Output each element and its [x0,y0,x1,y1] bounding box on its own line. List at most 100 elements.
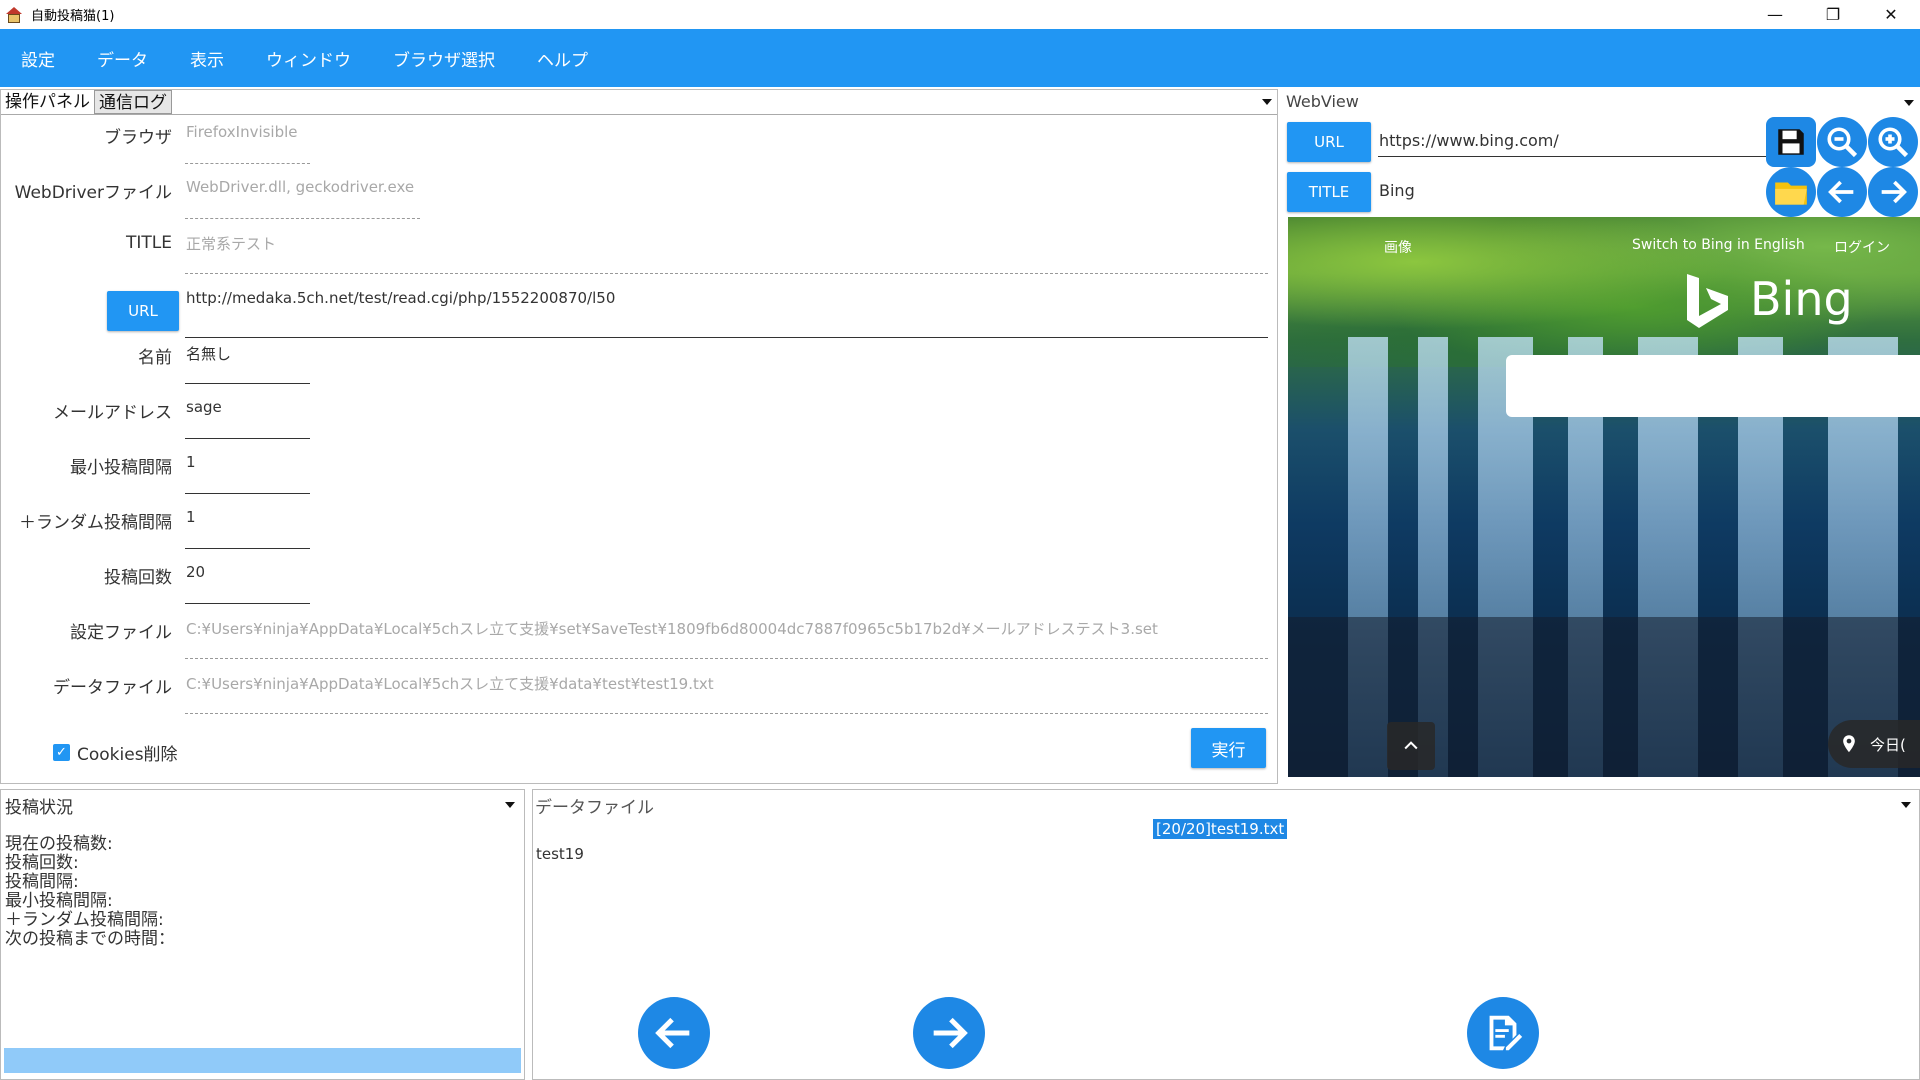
data-edit-icon[interactable] [1467,997,1539,1069]
close-button[interactable]: ✕ [1862,0,1920,29]
status-post-count: 投稿回数: [5,853,79,873]
webview-title-value: Bing [1379,181,1415,200]
title-label: TITLE [126,233,172,253]
min-interval-row: 最小投稿間隔 1 [1,445,1277,500]
settings-file-label: 設定ファイル [70,623,172,643]
data-file-value: C:¥Users¥ninja¥AppData¥Local¥5chスレ立て支援¥d… [186,675,714,693]
status-dropdown-icon[interactable] [505,802,515,808]
random-interval-underline [185,548,310,549]
minimize-button[interactable]: — [1746,0,1804,29]
webview-url-button[interactable]: URL [1287,122,1371,162]
bing-today-label: 今日( [1870,735,1906,754]
bing-scroll-up-icon[interactable] [1387,722,1435,770]
browser-underline [185,163,310,164]
menu-data[interactable]: データ [97,46,148,71]
menu-help[interactable]: ヘルプ [537,46,588,71]
status-random-interval: ＋ランダム投稿間隔: [5,910,164,930]
menu-window[interactable]: ウィンドウ [266,46,351,71]
save-icon[interactable] [1766,117,1816,167]
name-input[interactable]: 名無し [186,343,231,364]
random-interval-label: ＋ランダム投稿間隔 [19,513,172,533]
random-interval-row: ＋ランダム投稿間隔 1 [1,500,1277,555]
browser-row: ブラウザ FirefoxInvisible [1,115,1277,170]
name-label: 名前 [138,348,172,368]
status-list: 現在の投稿数: 投稿回数: 投稿間隔: 最小投稿間隔: ＋ランダム投稿間隔: 次… [5,835,175,949]
post-count-label: 投稿回数 [104,568,172,588]
random-interval-input[interactable]: 1 [186,508,196,526]
cookies-label: Cookies削除 [77,745,178,765]
bing-login-link[interactable]: ログイン [1834,237,1890,257]
name-underline [185,383,310,384]
title-row: TITLE 正常系テスト [1,225,1277,280]
zoom-in-icon[interactable] [1868,117,1918,167]
settings-file-underline [185,658,1268,659]
webview-page[interactable]: 画像 Switch to Bing in English ログイン Bing 今… [1288,217,1920,777]
bing-logo-icon [1685,272,1729,332]
status-min-interval: 最小投稿間隔: [5,891,113,911]
browser-label: ブラウザ [104,128,172,148]
url-input[interactable]: http://medaka.5ch.net/test/read.cgi/php/… [186,289,615,307]
bing-search-box[interactable] [1506,355,1920,417]
menu-settings[interactable]: 設定 [21,46,55,71]
title-bar: 自動投稿猫(1) — ❐ ✕ [0,0,1920,29]
back-icon[interactable] [1817,167,1867,217]
webview-title-button[interactable]: TITLE [1287,172,1371,212]
data-file-label: データファイル [53,678,172,698]
operation-panel: 操作パネル 通信ログ ブラウザ FirefoxInvisible WebDriv… [0,89,1278,784]
cookies-row[interactable]: ✓ Cookies削除 [53,740,178,765]
post-count-input[interactable]: 20 [186,563,205,581]
zoom-out-icon[interactable] [1817,117,1867,167]
data-file-panel: データファイル [20/20]test19.txt test19 [532,789,1920,1080]
status-next-post-time: 次の投稿までの時間： [5,929,175,949]
cookies-checkbox[interactable]: ✓ [53,744,70,761]
post-count-underline [185,603,310,604]
webdriver-underline [185,218,420,219]
url-button[interactable]: URL [107,291,179,331]
folder-icon[interactable] [1766,167,1816,217]
data-back-icon[interactable] [638,997,710,1069]
status-panel: 投稿状況 現在の投稿数: 投稿回数: 投稿間隔: 最小投稿間隔: ＋ランダム投稿… [0,789,525,1080]
run-button[interactable]: 実行 [1191,728,1266,768]
name-row: 名前 名無し [1,335,1277,390]
webdriver-value: WebDriver.dll, geckodriver.exe [186,178,415,196]
panel-dropdown-icon[interactable] [1262,99,1272,105]
bing-today-badge[interactable]: 今日( [1828,720,1920,768]
bing-switch-link[interactable]: Switch to Bing in English [1632,237,1805,253]
menu-view[interactable]: 表示 [190,46,224,71]
min-interval-input[interactable]: 1 [186,453,196,471]
bing-images-link[interactable]: 画像 [1384,237,1412,257]
mail-label: メールアドレス [53,403,172,423]
settings-file-value: C:¥Users¥ninja¥AppData¥Local¥5chスレ立て支援¥s… [186,620,1158,638]
scene-rocks [1288,617,1920,777]
data-file-row: データファイル C:¥Users¥ninja¥AppData¥Local¥5ch… [1,665,1277,720]
status-title: 投稿状況 [5,798,73,818]
data-dropdown-icon[interactable] [1901,802,1911,808]
data-file-badge: [20/20]test19.txt [1153,819,1288,839]
location-pin-icon [1843,735,1855,753]
min-interval-underline [185,493,310,494]
tab-operation-panel[interactable]: 操作パネル [1,90,94,114]
min-interval-label: 最小投稿間隔 [70,458,172,478]
forward-icon[interactable] [1868,167,1918,217]
window-title: 自動投稿猫(1) [31,9,115,24]
data-panel-title: データファイル [535,798,654,818]
webview-title: WebView [1286,92,1359,111]
settings-file-row: 設定ファイル C:¥Users¥ninja¥AppData¥Local¥5chス… [1,610,1277,665]
data-file-content[interactable]: test19 [536,845,584,863]
webview-url-input[interactable]: https://www.bing.com/ [1379,131,1559,150]
data-file-underline [185,713,1268,714]
mail-input[interactable]: sage [186,398,222,416]
status-current-count: 現在の投稿数: [5,834,113,854]
tab-comm-log[interactable]: 通信ログ [94,90,172,114]
webview-dropdown-icon[interactable] [1904,100,1914,106]
maximize-button[interactable]: ❐ [1804,0,1862,29]
webview-url-underline [1378,156,1768,157]
title-underline [185,273,1268,274]
browser-value: FirefoxInvisible [186,123,298,141]
data-forward-icon[interactable] [913,997,985,1069]
app-icon [5,6,23,24]
title-value: 正常系テスト [186,235,277,253]
mail-row: メールアドレス sage [1,390,1277,445]
menu-browser-select[interactable]: ブラウザ選択 [393,46,495,71]
menu-bar: 設定 データ 表示 ウィンドウ ブラウザ選択 ヘルプ [0,29,1920,87]
